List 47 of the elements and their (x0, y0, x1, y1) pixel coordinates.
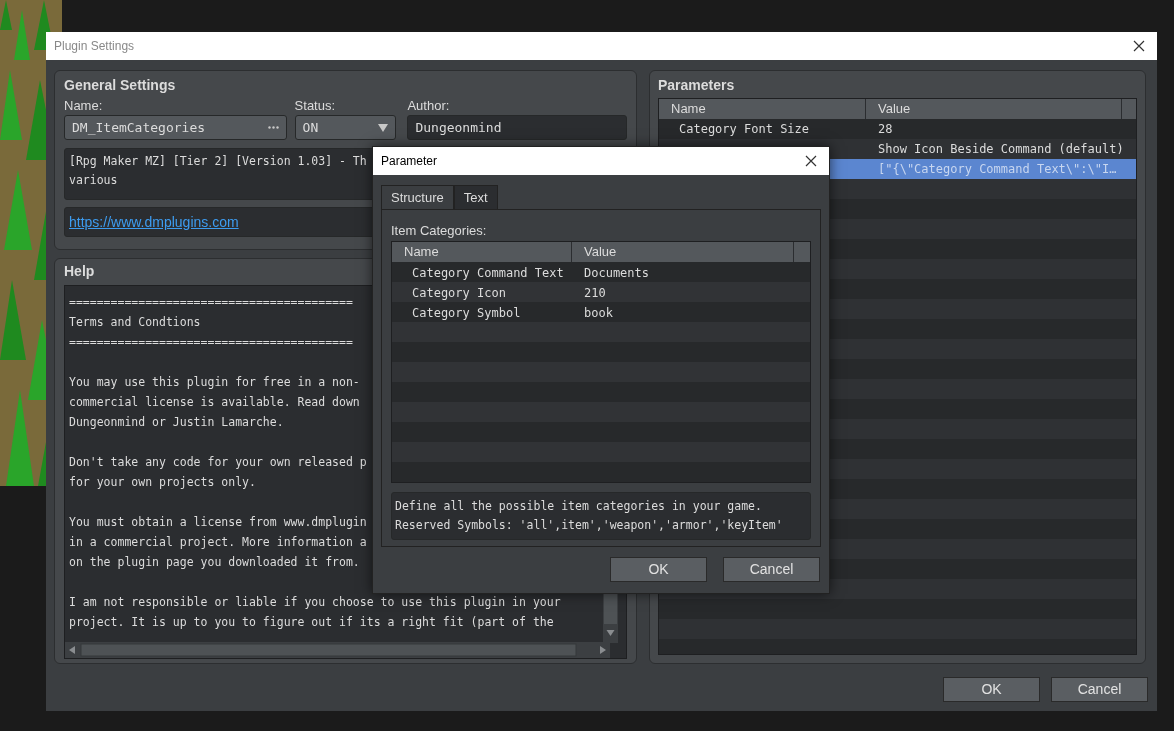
help-text-line: for your own projects only. (69, 474, 256, 491)
status-dropdown[interactable]: ON (294, 115, 397, 140)
url-link[interactable]: https://www.dmplugins.com (69, 211, 239, 233)
section-title: Help (64, 262, 95, 281)
tab[interactable]: Text (453, 185, 498, 209)
help-text-line: I am not responsible or liable if you choose to use this plugin in your (69, 594, 561, 611)
help-text-line: You may use this plugin for free in a non- (69, 374, 360, 391)
table-cell: Category Icon (412, 286, 506, 300)
table-cell: Category Symbol (412, 306, 521, 320)
table-cell: 28 (878, 122, 893, 136)
help-text-line: on the plugin page you downloaded it from. (69, 554, 360, 571)
help-text-line: Dungeonmind or Justin Lamarche. (69, 414, 284, 431)
table-cell: Show Icon Beside Command (default) (878, 142, 1124, 156)
table-cell: Category Font Size (679, 122, 810, 136)
table-cell: 210 (584, 286, 606, 300)
help-text-line: You must obtain a license from www.dmplugin (69, 514, 367, 531)
section-title: Parameters (658, 76, 736, 95)
help-text-line: commercial license is available. Read down (69, 394, 360, 411)
table-cell: Category Command Text (412, 266, 564, 280)
table-cell: ["{\"Category Command Text\":\"I… (878, 162, 1117, 176)
section-title: General Settings (64, 76, 177, 95)
dropdown-arrow-icon (378, 123, 389, 132)
description-box: Define all the possible item categories in your game. Reserved Symbols: 'all',item','weapon','armor','keyItem' (391, 492, 811, 540)
field-label: Name: (64, 97, 104, 115)
list-label: Item Categories: (391, 222, 488, 240)
help-text-line: project. It is up to you to figure out if its a right fit (part of the (69, 614, 554, 631)
window-title: Parameter (381, 153, 438, 170)
help-text-line: in a commercial project. More information a (69, 534, 367, 551)
more-dots-icon (267, 126, 279, 129)
table-cell: Documents (584, 266, 650, 280)
dialog-button[interactable]: OK (943, 677, 1040, 702)
close-icon[interactable] (1133, 40, 1145, 52)
field-label: Author: (407, 97, 451, 115)
help-text-line: Terms and Condtions (69, 314, 201, 331)
window-title: Plugin Settings (54, 38, 135, 55)
help-text-line: ========================================= (69, 334, 353, 351)
dialog-button[interactable]: Cancel (723, 557, 820, 582)
tab[interactable]: Structure (381, 185, 454, 209)
table-cell: book (584, 306, 613, 320)
dialog-button[interactable]: OK (610, 557, 707, 582)
name-field[interactable]: DM_ItemCategories (64, 115, 287, 140)
close-icon[interactable] (805, 155, 817, 167)
help-text-line: Don't take any code for your own released p (69, 454, 367, 471)
author-field[interactable]: Dungeonmind (407, 115, 627, 140)
field-label: Status: (294, 97, 337, 115)
help-text-line: ========================================= (69, 294, 353, 311)
dialog-button[interactable]: Cancel (1051, 677, 1148, 702)
